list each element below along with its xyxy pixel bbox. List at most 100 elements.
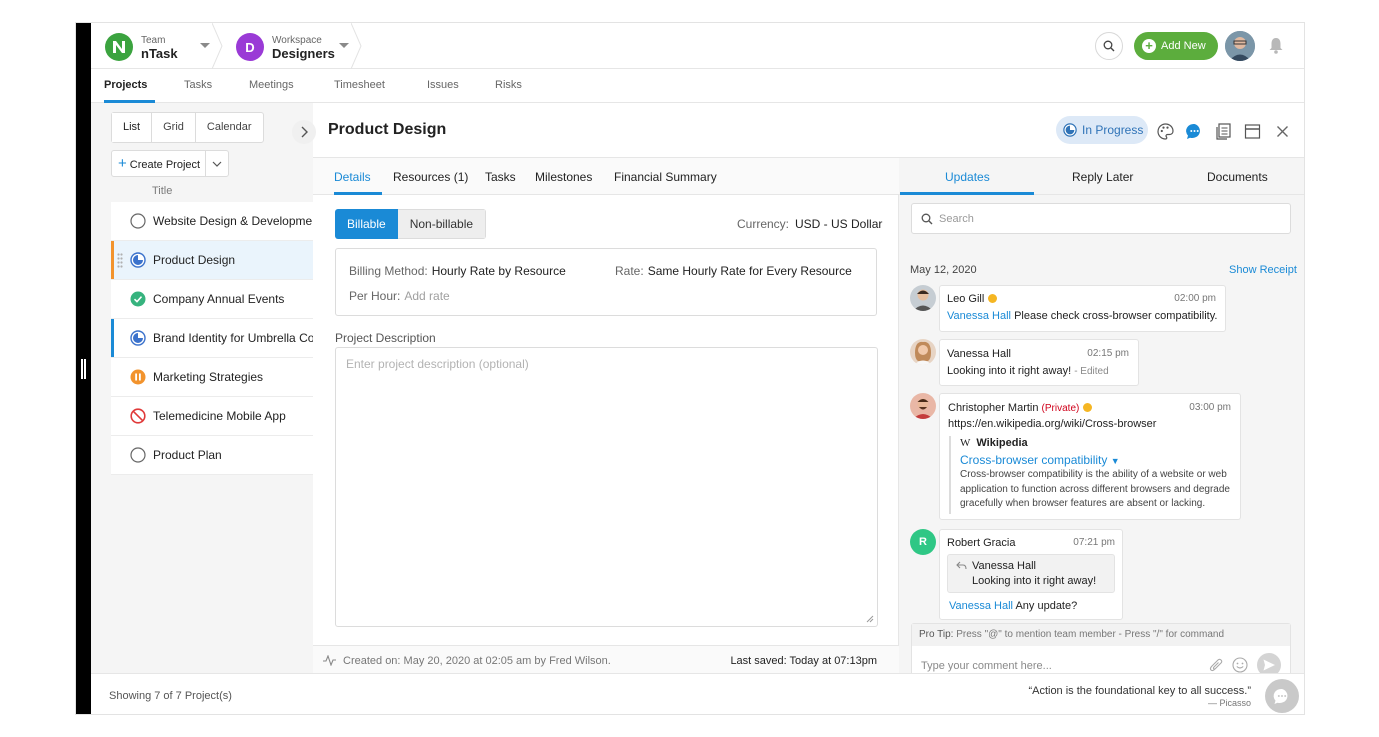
active-tab-indicator — [334, 192, 382, 195]
created-info: Created on: May 20, 2020 at 02:05 am by … — [343, 655, 611, 667]
create-project-button[interactable]: + Create Project — [111, 150, 229, 177]
search-icon — [1095, 32, 1123, 60]
message-time: 02:00 pm — [1174, 293, 1216, 304]
drag-handle-icon[interactable] — [117, 253, 123, 268]
last-saved: Last saved: Today at 07:13pm — [730, 655, 877, 667]
emoji-icon[interactable] — [1232, 657, 1248, 673]
resize-grip[interactable] — [81, 359, 83, 379]
completed-icon — [130, 291, 146, 307]
preview-title[interactable]: Cross-browser compatibility ▼ — [960, 453, 1231, 467]
tab-updates[interactable]: Updates — [945, 170, 990, 184]
list-item[interactable]: Brand Identity for Umbrella Corporation — [111, 319, 313, 358]
per-hour-field[interactable]: Per Hour: Add rate — [349, 289, 450, 303]
billing-method-field[interactable]: Billing Method: Hourly Rate by Resource — [349, 264, 566, 278]
user-avatar[interactable] — [1225, 31, 1255, 61]
cancelled-icon — [130, 408, 146, 424]
link-preview[interactable]: W Wikipedia Cross-browser compatibility ▼… — [949, 436, 1231, 514]
paused-icon — [130, 369, 146, 385]
project-meta-footer: Created on: May 20, 2020 at 02:05 am by … — [313, 645, 899, 673]
per-hour-input[interactable]: Add rate — [404, 289, 449, 303]
list-item[interactable]: Product Plan — [111, 436, 313, 475]
rate-field[interactable]: Rate: Same Hourly Rate for Every Resource — [615, 264, 852, 278]
tab-tasks[interactable]: Tasks — [184, 79, 212, 91]
row-marker — [111, 319, 114, 357]
workspace-avatar: D — [236, 33, 264, 61]
list-item[interactable]: Telemedicine Mobile App — [111, 397, 313, 436]
message-card[interactable]: Christopher Martin (Private) 03:00 pm ht… — [939, 393, 1241, 520]
list-item[interactable]: Website Design & Development — [111, 202, 313, 241]
updates-search-input[interactable]: Search — [911, 203, 1291, 234]
chevron-down-icon[interactable] — [206, 151, 228, 176]
currency-field[interactable]: Currency: USD - US Dollar — [737, 217, 882, 231]
chevron-right-icon[interactable] — [292, 120, 316, 144]
close-icon[interactable] — [1274, 123, 1291, 140]
project-tabs: Details Resources (1) Tasks Milestones F… — [313, 158, 899, 195]
resize-grip[interactable] — [84, 359, 86, 379]
status-label: In Progress — [1082, 123, 1144, 137]
show-receipt-link[interactable]: Show Receipt — [1229, 264, 1297, 276]
tab-reply-later[interactable]: Reply Later — [1072, 170, 1133, 184]
selected-marker — [111, 241, 114, 279]
bell-icon[interactable] — [1268, 37, 1284, 57]
chat-fab[interactable] — [1265, 679, 1299, 713]
status-badge[interactable]: In Progress — [1056, 116, 1148, 144]
view-calendar[interactable]: Calendar — [196, 113, 263, 142]
tab-risks[interactable]: Risks — [495, 79, 522, 91]
paperclip-icon[interactable] — [1209, 657, 1223, 673]
quote-text: “Action is the foundational key to all s… — [1028, 685, 1251, 697]
updates-panel: Updates Reply Later Documents Search May… — [899, 158, 1304, 686]
tab-tasks[interactable]: Tasks — [485, 170, 516, 184]
billable-option[interactable]: Billable — [335, 209, 398, 239]
currency-label: Currency: — [737, 217, 790, 231]
description-textarea[interactable]: Enter project description (optional) — [335, 347, 878, 627]
tab-meetings[interactable]: Meetings — [249, 79, 294, 91]
active-tab-indicator — [900, 192, 1034, 195]
private-badge: (Private) — [1041, 403, 1080, 414]
palette-icon[interactable] — [1157, 123, 1174, 140]
tab-financial-summary[interactable]: Financial Summary — [614, 170, 717, 184]
team-selector[interactable]: Team nTask — [105, 33, 178, 61]
chevron-down-icon[interactable] — [339, 43, 349, 48]
chat-icon[interactable] — [1186, 123, 1203, 140]
quote-author: — Picasso — [1207, 698, 1251, 708]
quoted-message[interactable]: Vanessa Hall Looking into it right away! — [947, 554, 1115, 593]
view-list[interactable]: List — [112, 113, 153, 142]
tab-milestones[interactable]: Milestones — [535, 170, 592, 184]
message-card[interactable]: Vanessa Hall 02:15 pm Looking into it ri… — [939, 339, 1139, 386]
tab-details[interactable]: Details — [334, 170, 371, 184]
app-window: Team nTask D Workspace Designers + Add Ne… — [75, 22, 1305, 715]
message-card[interactable]: Leo Gill 02:00 pm Vanessa Hall Please ch… — [939, 285, 1226, 332]
list-item[interactable]: Marketing Strategies — [111, 358, 313, 397]
workspace-name: Designers — [272, 46, 335, 61]
non-billable-option[interactable]: Non-billable — [397, 209, 487, 239]
comment-input[interactable]: Type your comment here... — [921, 660, 1052, 672]
in-progress-icon — [1063, 123, 1077, 137]
view-grid[interactable]: Grid — [152, 113, 196, 142]
tab-projects[interactable]: Projects — [104, 79, 147, 91]
message-text: Looking into it right away! - Edited — [947, 365, 1109, 377]
quote-text: Looking into it right away! — [972, 575, 1097, 587]
list-item[interactable]: Company Annual Events — [111, 280, 313, 319]
wikipedia-icon: W — [960, 437, 971, 449]
view-toggle: List Grid Calendar — [111, 112, 264, 143]
tab-timesheet[interactable]: Timesheet — [334, 79, 385, 91]
message-link[interactable]: https://en.wikipedia.org/wiki/Cross-brow… — [948, 418, 1156, 430]
tab-issues[interactable]: Issues — [427, 79, 459, 91]
resize-handle-icon[interactable] — [866, 615, 874, 623]
column-title: Title — [152, 185, 173, 197]
project-count: Showing 7 of 7 Project(s) — [109, 690, 232, 702]
tab-resources[interactable]: Resources (1) — [393, 170, 468, 184]
chevron-down-icon[interactable] — [200, 43, 210, 48]
copy-document-icon[interactable] — [1215, 123, 1232, 140]
tab-documents[interactable]: Documents — [1207, 170, 1268, 184]
list-item[interactable]: Product Design — [111, 241, 313, 280]
mention-link[interactable]: Vanessa Hall — [949, 600, 1013, 612]
workspace-selector[interactable]: D Workspace Designers — [236, 33, 335, 61]
window-icon[interactable] — [1244, 123, 1261, 140]
edited-label: - Edited — [1074, 366, 1109, 377]
mention-link[interactable]: Vanessa Hall — [947, 310, 1011, 322]
message-card[interactable]: Robert Gracia 07:21 pm Vanessa Hall Look… — [939, 529, 1123, 620]
billing-details: Billing Method: Hourly Rate by Resource R… — [335, 248, 877, 316]
search-button[interactable] — [1095, 32, 1123, 60]
add-new-button[interactable]: + Add New — [1134, 32, 1218, 60]
